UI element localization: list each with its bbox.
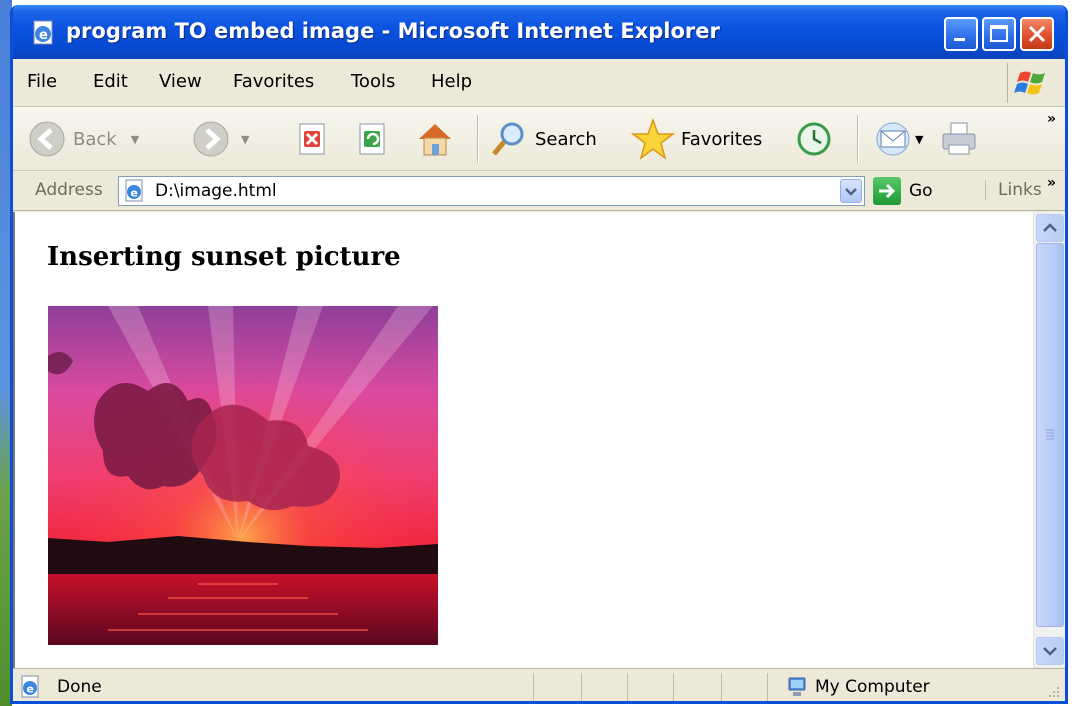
chevron-down-icon [1043, 647, 1057, 656]
links-button[interactable]: Links [985, 180, 1042, 200]
maximize-icon [990, 25, 1008, 42]
ie-page-icon: e [125, 179, 143, 202]
menu-bar: File Edit View Favorites Tools Help [13, 59, 1065, 107]
minimize-icon [954, 38, 965, 41]
svg-text:e: e [131, 187, 138, 200]
address-input[interactable]: e D:\image.html [118, 176, 865, 206]
close-button[interactable] [1020, 17, 1054, 51]
status-text: Done [57, 677, 102, 697]
toolbar-overflow-chevron[interactable]: » [1047, 111, 1056, 127]
menu-tools[interactable]: Tools [351, 71, 395, 92]
address-bar: Address e D:\image.html Go Links » [13, 171, 1065, 211]
security-zone-label: My Computer [815, 677, 930, 697]
menu-file[interactable]: File [27, 71, 57, 92]
vertical-scrollbar[interactable] [1033, 212, 1065, 668]
scroll-up-button[interactable] [1036, 214, 1064, 242]
back-arrow-icon [29, 121, 65, 157]
refresh-icon [359, 123, 385, 155]
ie-page-icon: e [33, 20, 53, 45]
windows-logo-icon [1007, 63, 1061, 103]
toolbar-separator [857, 115, 859, 163]
mail-dropdown-arrow-icon[interactable]: ▼ [915, 133, 923, 146]
history-button[interactable] [793, 115, 835, 163]
status-pane-divider [581, 673, 582, 701]
scroll-thumb[interactable] [1036, 243, 1064, 627]
favorites-label: Favorites [681, 128, 763, 150]
menu-edit[interactable]: Edit [93, 71, 128, 92]
status-pane-divider [767, 673, 768, 701]
back-dropdown-arrow-icon[interactable]: ▼ [131, 133, 139, 146]
page-content: Inserting sunset picture [13, 212, 1045, 668]
standard-toolbar: Back ▼ ▼ Search Favorites ▼ » [13, 107, 1065, 171]
toolbar-separator [477, 115, 479, 163]
address-url: D:\image.html [155, 181, 277, 201]
stop-button[interactable] [295, 115, 331, 163]
refresh-button[interactable] [355, 115, 391, 163]
go-button[interactable]: Go [873, 177, 933, 205]
forward-arrow-icon [193, 121, 229, 157]
home-button[interactable] [413, 115, 457, 163]
forward-dropdown-arrow-icon[interactable]: ▼ [241, 133, 249, 146]
chevron-down-icon [845, 188, 857, 196]
scroll-down-button[interactable] [1036, 637, 1064, 665]
svg-text:e: e [27, 683, 34, 696]
favorites-button[interactable]: Favorites [631, 115, 762, 163]
status-pane-divider [627, 673, 628, 701]
svg-text:e: e [39, 28, 48, 43]
forward-button[interactable]: ▼ [191, 115, 249, 163]
close-icon [1028, 25, 1046, 43]
sunset-image [48, 306, 438, 645]
search-button[interactable]: Search [489, 115, 597, 163]
resize-grip-icon[interactable] [1043, 683, 1061, 701]
stop-icon [299, 123, 325, 155]
back-button[interactable]: Back ▼ [27, 115, 139, 163]
page-heading: Inserting sunset picture [47, 242, 401, 272]
status-bar: e Done My Computer [13, 668, 1065, 701]
menu-favorites[interactable]: Favorites [233, 71, 314, 92]
my-computer-icon [788, 677, 806, 696]
search-icon [492, 122, 524, 156]
address-label: Address [35, 180, 103, 200]
links-overflow-chevron[interactable]: » [1047, 175, 1056, 191]
status-pane-divider [673, 673, 674, 701]
minimize-button[interactable] [944, 17, 978, 51]
mail-icon [876, 122, 910, 156]
go-label: Go [909, 181, 933, 201]
home-icon [419, 124, 451, 156]
maximize-button[interactable] [982, 17, 1016, 51]
go-arrow-icon [873, 177, 901, 205]
history-icon [797, 122, 831, 156]
menu-view[interactable]: View [159, 71, 202, 92]
menu-help[interactable]: Help [431, 71, 472, 92]
print-button[interactable] [939, 115, 981, 163]
status-pane-divider [721, 673, 722, 701]
grip-lines-icon [1046, 429, 1054, 440]
star-icon [631, 117, 675, 160]
ie-page-icon: e [21, 675, 39, 698]
back-label: Back [73, 128, 117, 150]
address-dropdown-button[interactable] [840, 179, 862, 203]
mail-button[interactable]: ▼ [871, 115, 923, 163]
status-pane-divider [533, 673, 534, 701]
browser-window: e program TO embed image - Microsoft Int… [10, 5, 1068, 704]
printer-icon [942, 122, 976, 155]
search-label: Search [535, 128, 597, 150]
title-bar[interactable]: e program TO embed image - Microsoft Int… [13, 5, 1065, 59]
window-title: program TO embed image - Microsoft Inter… [66, 19, 720, 43]
chevron-up-icon [1043, 223, 1057, 232]
